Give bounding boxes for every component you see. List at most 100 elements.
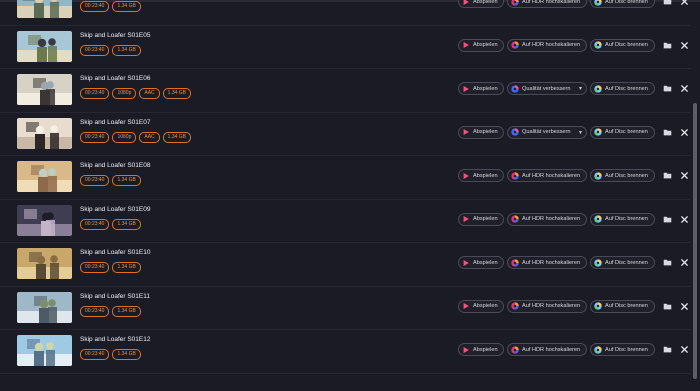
play-icon (463, 85, 469, 92)
disc-label: Auf Disc brennen (605, 259, 648, 266)
hdr-label: Auf HDR hochskalieren (522, 346, 581, 353)
hdr-label: Auf HDR hochskalieren (522, 42, 581, 48)
disc-label: Auf Disc brennen (605, 129, 648, 135)
close-icon[interactable] (680, 41, 689, 50)
episode-thumbnail[interactable] (17, 117, 72, 149)
burn-disc-button[interactable]: Auf Disc brennen (590, 0, 655, 8)
play-button[interactable]: Abspielen (458, 125, 504, 139)
filesize-badge: 1.34 GB (112, 349, 141, 360)
chevron-down-icon: ▾ (578, 129, 582, 136)
episode-title: Skip and Loafer S01E06 (80, 75, 151, 82)
thumbnail-image (17, 0, 72, 18)
hdr-upscale-button[interactable]: Auf HDR hochskalieren (507, 212, 587, 226)
folder-icon[interactable] (663, 345, 672, 354)
filesize-badge: 1.34 GB (162, 88, 192, 99)
episode-thumbnail[interactable] (17, 291, 72, 323)
episode-list: Skip and Loafer S01E0400:23:401.34 GBAbs… (0, 0, 690, 391)
episode-actions: Abspielen Qualität verbessern ▾ Auf Disc br… (458, 125, 689, 139)
play-button[interactable]: Abspielen (458, 38, 504, 52)
hdr-upscale-icon (511, 0, 519, 6)
episode-thumbnail[interactable] (17, 30, 72, 62)
episode-tags: 00:23:40 1.34 GB (80, 175, 141, 186)
play-label: Abspielen (473, 42, 498, 48)
audio-badge: AAC (139, 131, 160, 143)
disc-label: Auf Disc brennen (605, 303, 648, 309)
folder-icon[interactable] (663, 0, 672, 6)
close-icon[interactable] (680, 258, 689, 267)
disc-label: Auf Disc brennen (605, 172, 648, 179)
episode-thumbnail[interactable] (17, 335, 72, 366)
play-button[interactable]: Abspielen (458, 343, 504, 356)
episode-tags: 00:23:40 1.34 GB (80, 1, 141, 12)
folder-icon[interactable] (663, 215, 672, 224)
episode-thumbnail[interactable] (17, 248, 72, 279)
quality-dropdown[interactable]: Qualität verbessern ▾ (507, 125, 587, 139)
close-icon[interactable] (680, 302, 689, 311)
thumbnail-image (17, 117, 72, 149)
disc-label: Auf Disc brennen (605, 42, 648, 48)
episode-row: Skip and Loafer S01E06 00:23:40 1080p AAC 1.… (0, 69, 690, 113)
thumbnail-image (17, 161, 72, 192)
resolution-badge: 1080p (112, 131, 137, 143)
hdr-label: Auf HDR hochskalieren (522, 259, 581, 266)
burn-disc-button[interactable]: Auf Disc brennen (590, 299, 655, 313)
episode-thumbnail[interactable] (17, 74, 72, 105)
filesize-badge: 1.34 GB (112, 175, 141, 186)
thumbnail-image (17, 248, 72, 279)
filesize-badge: 1.34 GB (112, 44, 141, 56)
play-button[interactable]: Abspielen (458, 82, 504, 95)
play-button[interactable]: Abspielen (458, 0, 504, 8)
hdr-upscale-button[interactable]: Auf HDR hochskalieren (507, 256, 587, 269)
folder-icon[interactable] (663, 302, 672, 311)
disc-label: Auf Disc brennen (605, 346, 648, 353)
play-icon (463, 172, 469, 179)
episode-thumbnail[interactable] (17, 204, 72, 236)
burn-disc-button[interactable]: Auf Disc brennen (590, 256, 655, 269)
hdr-upscale-button[interactable]: Auf HDR hochskalieren (507, 299, 587, 313)
burn-disc-button[interactable]: Auf Disc brennen (590, 82, 655, 95)
episode-thumbnail[interactable] (17, 161, 72, 192)
hdr-upscale-button[interactable]: Auf HDR hochskalieren (507, 169, 587, 182)
episode-row: Skip and Loafer S01E0400:23:401.34 GBAbs… (0, 0, 690, 26)
play-button[interactable]: Abspielen (458, 256, 504, 269)
episode-tags: 00:23:40 1.34 GB (80, 349, 141, 360)
hdr-upscale-icon (511, 41, 519, 49)
close-icon[interactable] (680, 128, 689, 137)
folder-icon[interactable] (663, 128, 672, 137)
hdr-upscale-button[interactable]: Auf HDR hochskalieren (507, 343, 587, 356)
quality-label: Qualität verbessern (522, 85, 571, 92)
close-icon[interactable] (680, 171, 689, 180)
filesize-badge: 1.34 GB (112, 262, 141, 273)
burn-disc-button[interactable]: Auf Disc brennen (590, 169, 655, 182)
disc-burn-icon (594, 215, 602, 223)
episode-thumbnail[interactable] (17, 0, 72, 18)
resolution-badge: 1080p (112, 88, 137, 99)
play-button[interactable]: Abspielen (458, 169, 504, 182)
close-icon[interactable] (680, 345, 689, 354)
hdr-upscale-button[interactable]: Auf HDR hochskalieren (507, 0, 587, 8)
folder-icon[interactable] (663, 41, 672, 50)
disc-label: Auf Disc brennen (605, 216, 648, 222)
quality-dropdown[interactable]: Qualität verbessern ▾ (507, 82, 587, 95)
burn-disc-button[interactable]: Auf Disc brennen (590, 212, 655, 226)
close-icon[interactable] (680, 0, 689, 6)
hdr-upscale-button[interactable]: Auf HDR hochskalieren (507, 38, 587, 52)
burn-disc-button[interactable]: Auf Disc brennen (590, 343, 655, 356)
close-icon[interactable] (680, 215, 689, 224)
play-icon (463, 0, 469, 5)
episode-title: Skip and Loafer S01E05 (80, 31, 151, 39)
episode-tags: 00:23:40 1.34 GB (80, 262, 141, 273)
disc-burn-icon (594, 345, 602, 354)
hdr-upscale-icon (511, 302, 519, 310)
play-button[interactable]: Abspielen (458, 299, 504, 313)
scrollbar[interactable] (693, 103, 697, 379)
episode-actions: Abspielen Qualität verbessern ▾ Auf Disc br… (458, 82, 689, 95)
folder-icon[interactable] (663, 171, 672, 180)
folder-icon[interactable] (663, 84, 672, 93)
burn-disc-button[interactable]: Auf Disc brennen (590, 125, 655, 139)
play-button[interactable]: Abspielen (458, 212, 504, 226)
burn-disc-button[interactable]: Auf Disc brennen (590, 38, 655, 52)
folder-icon[interactable] (663, 258, 672, 267)
episode-tags: 00:23:40 1.34 GB (80, 218, 141, 230)
close-icon[interactable] (680, 84, 689, 93)
